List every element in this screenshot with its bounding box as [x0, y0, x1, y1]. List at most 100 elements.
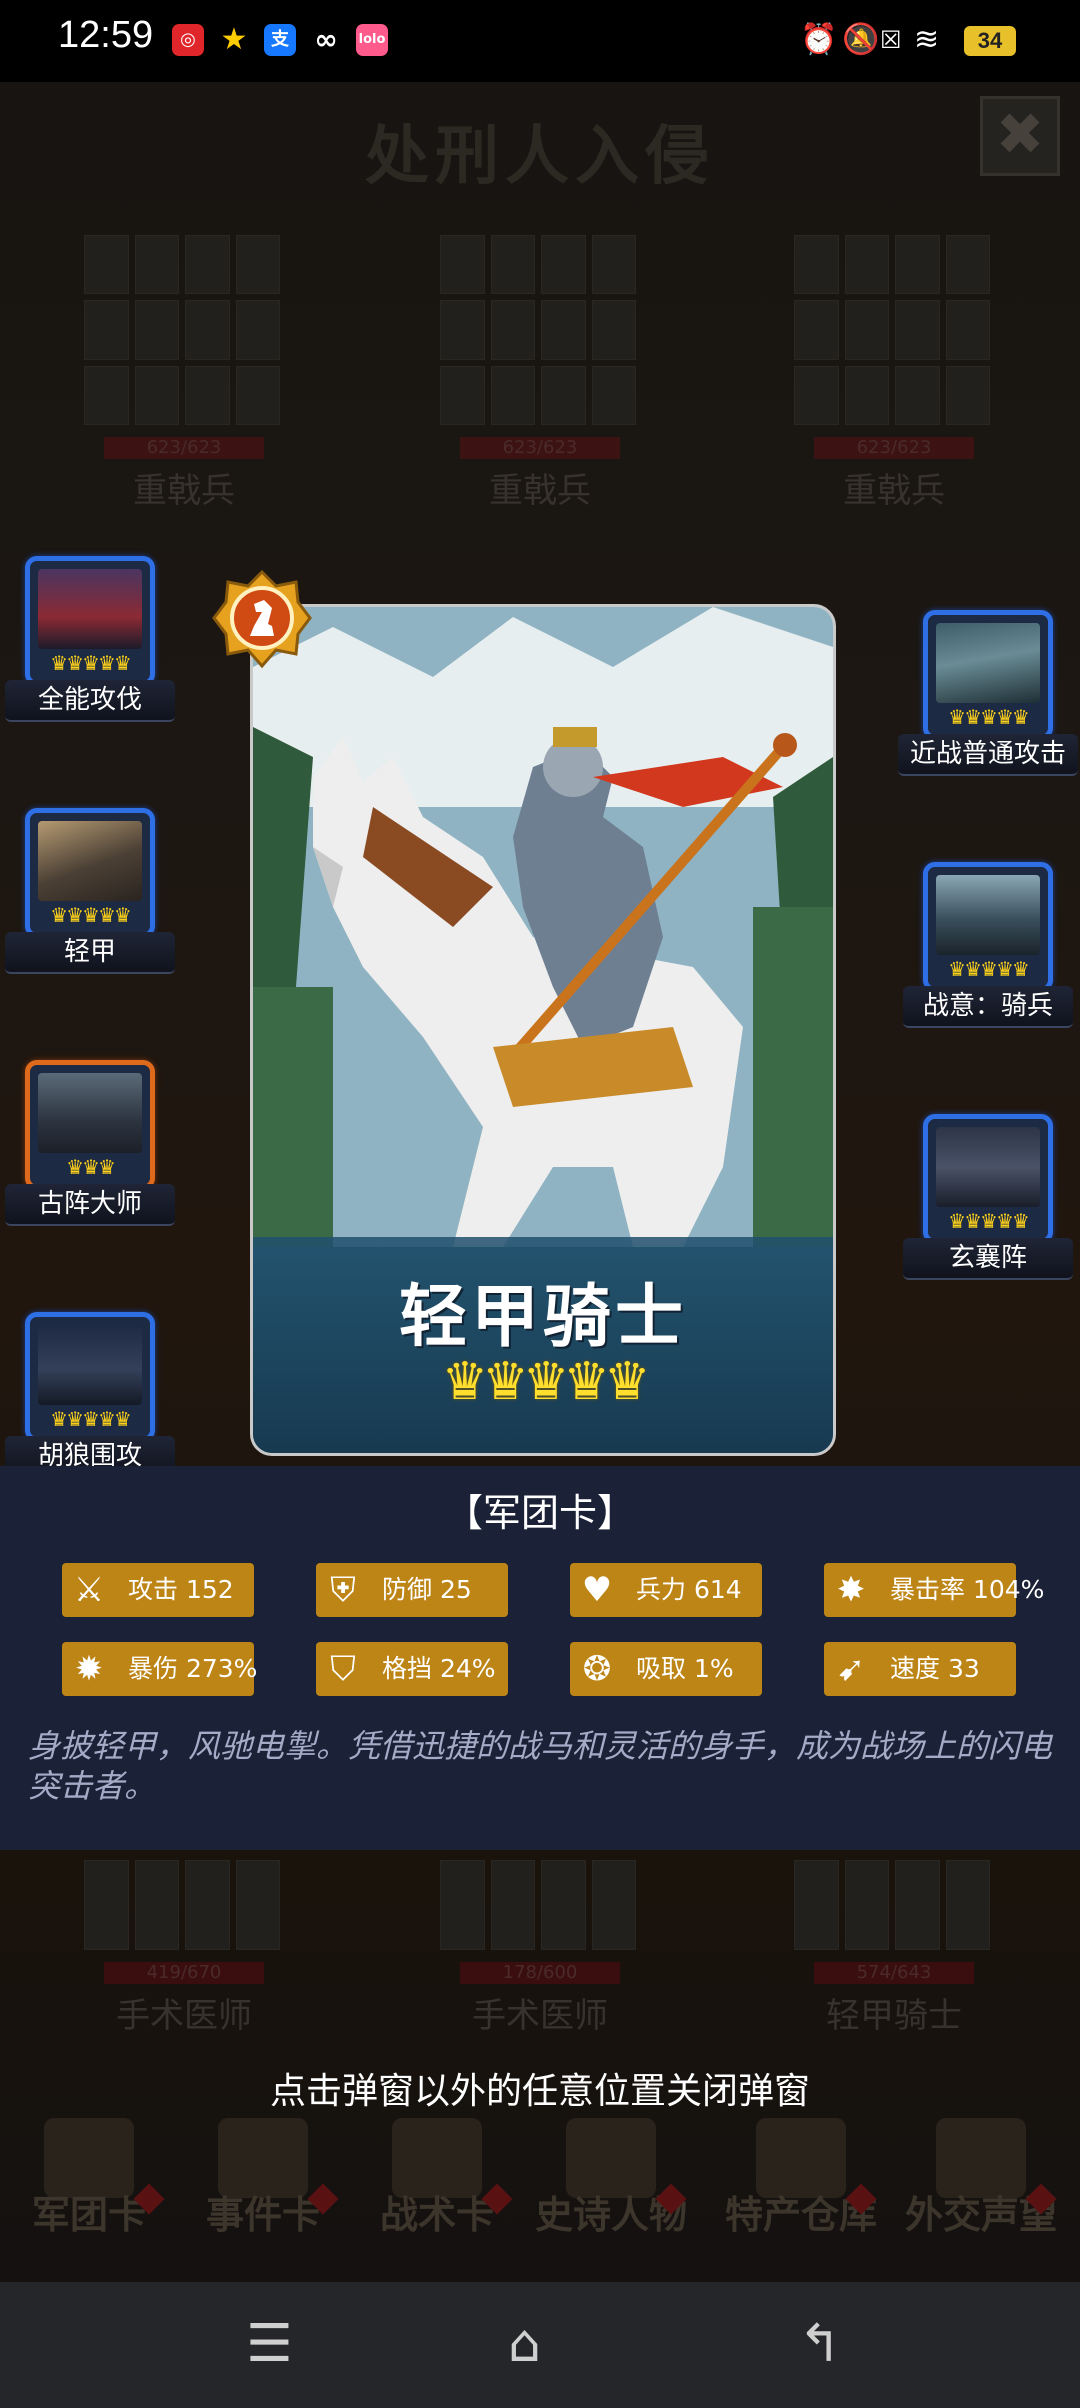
crown-icon: ♛♛♛♛♛	[948, 957, 1030, 981]
skill-label: 古阵大师	[5, 1184, 175, 1226]
alipay-app-icon: 支	[264, 24, 296, 56]
card-type-label: 【军团卡】	[444, 1491, 635, 1535]
ally-name: 手术医师	[116, 1996, 252, 2036]
skill-art	[38, 1325, 142, 1405]
crown-icon: ♛♛♛♛♛	[50, 1407, 132, 1431]
skill-label: 近战普通攻击	[898, 734, 1078, 776]
battery-icon: 34	[964, 26, 1016, 56]
knight-rank-badge-icon	[212, 569, 312, 669]
skill-art	[38, 569, 142, 649]
tab-event-card[interactable]: 事件卡	[178, 2118, 348, 2248]
crit-icon: ✸	[836, 1570, 866, 1610]
stat-attack: ⚔ 攻击 152	[62, 1563, 254, 1617]
skill-frame: ♛♛♛♛♛	[923, 862, 1053, 992]
close-hint: 点击弹窗以外的任意位置关闭弹窗	[269, 2071, 810, 2112]
stat-troops: ♥ 兵力 614	[570, 1563, 762, 1617]
stat-label: 吸取 1%	[636, 1654, 734, 1683]
skill-art	[38, 821, 142, 901]
skill-jackal-siege[interactable]: ♛♛♛♛♛ 胡狼围攻	[5, 1312, 175, 1478]
skill-battle-will-cavalry[interactable]: ♛♛♛♛♛ 战意：骑兵	[903, 862, 1073, 1028]
skill-ancient-formation-master[interactable]: ♛♛♛ 古阵大师	[5, 1060, 175, 1226]
stat-block: ⛉ 格挡 24%	[316, 1642, 508, 1696]
back-icon[interactable]: ↰	[798, 2316, 842, 2372]
crown-rating-icon: ♛♛♛♛♛	[441, 1352, 650, 1412]
alarm-icon: ⏰	[800, 22, 838, 57]
skill-frame: ♛♛♛♛♛	[25, 556, 155, 686]
stat-label: 格挡 24%	[382, 1654, 496, 1683]
skill-frame: ♛♛♛♛♛	[25, 1312, 155, 1442]
tab-specialty-warehouse[interactable]: 特产仓库	[716, 2118, 886, 2248]
tab-tactics-card[interactable]: 战术卡	[352, 2118, 522, 2248]
battle-title: 处刑人入侵	[365, 120, 715, 194]
skill-art	[936, 1127, 1040, 1207]
skill-label: 轻甲	[5, 932, 175, 974]
ally-hp: 178/600	[460, 1962, 620, 1984]
enemy-unit: 623/623 重戟兵	[84, 235, 284, 511]
crit-damage-icon: ✹	[74, 1649, 104, 1689]
stat-label: 速度 33	[890, 1654, 980, 1683]
enemy-hp: 623/623	[814, 437, 974, 459]
enemy-unit: 623/623 重戟兵	[440, 235, 640, 511]
stat-label: 防御 25	[382, 1575, 472, 1604]
card-title: 轻甲骑士	[398, 1278, 687, 1357]
skill-frame: ♛♛♛♛♛	[25, 808, 155, 938]
enemy-hp: 623/623	[104, 437, 264, 459]
crown-icon: ♛♛♛♛♛	[948, 705, 1030, 729]
menu-icon[interactable]: ☰	[246, 2316, 293, 2372]
crown-icon: ♛♛♛♛♛	[948, 1209, 1030, 1233]
skill-xuanxiang-formation[interactable]: ♛♛♛♛♛ 玄襄阵	[903, 1114, 1073, 1280]
skill-frame: ♛♛♛	[25, 1060, 155, 1190]
skill-label: 全能攻伐	[5, 680, 175, 722]
block-icon: ⛉	[330, 1649, 356, 1689]
tab-epic-figures[interactable]: 史诗人物	[526, 2118, 696, 2248]
skill-all-round-attack[interactable]: ♛♛♛♛♛ 全能攻伐	[5, 556, 175, 722]
sword-icon: ⚔	[73, 1570, 105, 1610]
skill-frame: ♛♛♛♛♛	[923, 610, 1053, 740]
skill-label: 战意：骑兵	[903, 986, 1073, 1028]
stat-defense: ⛨ 防御 25	[316, 1563, 508, 1617]
skill-label: 玄襄阵	[903, 1238, 1073, 1280]
stat-crit-rate: ✸ 暴击率 104%	[824, 1563, 1044, 1617]
crown-icon: ♛♛♛♛♛	[50, 651, 132, 675]
status-bar: 12:59 ◎ ★ 支 ∞ lolo ⏰ 🔕 ☒ ≋ 34	[0, 0, 1080, 82]
tab-legion-card[interactable]: 军团卡	[4, 2118, 174, 2248]
netease-app-icon: ◎	[172, 24, 204, 56]
stat-label: 攻击 152	[128, 1575, 234, 1604]
ally-unit: 178/600 手术医师	[440, 1860, 640, 2036]
status-time: 12:59	[58, 14, 154, 56]
stat-speed: ➹ 速度 33	[824, 1642, 1016, 1696]
skill-light-armor[interactable]: ♛♛♛♛♛ 轻甲	[5, 808, 175, 974]
crown-icon: ♛♛♛	[66, 1155, 116, 1179]
enemy-unit: 623/623 重戟兵	[794, 235, 994, 511]
enemy-name: 重戟兵	[489, 471, 591, 511]
ally-hp: 419/670	[104, 1962, 264, 1984]
skill-frame: ♛♛♛♛♛	[923, 1114, 1053, 1244]
unit-card: 轻甲骑士 ♛♛♛♛♛	[250, 604, 836, 1456]
ally-name: 手术医师	[472, 1996, 608, 2036]
stat-lifesteal: ❂ 吸取 1%	[570, 1642, 762, 1696]
ally-unit: 419/670 手术医师	[84, 1860, 284, 2036]
skill-art	[936, 875, 1040, 955]
shield-icon: ⛨	[330, 1570, 356, 1610]
stat-label: 兵力 614	[636, 1575, 742, 1604]
skill-art	[38, 1073, 142, 1153]
enemy-name: 重戟兵	[133, 471, 235, 511]
tab-diplomatic-reputation[interactable]: 外交声望	[896, 2118, 1066, 2248]
ally-hp: 574/643	[814, 1962, 974, 1984]
close-icon[interactable]: ✖	[980, 96, 1060, 176]
stat-label: 暴伤 273%	[128, 1654, 258, 1683]
wifi-icon: ≋	[914, 22, 940, 57]
no-sim-icon: ☒	[880, 26, 902, 54]
skill-melee-normal-attack[interactable]: ♛♛♛♛♛ 近战普通攻击	[898, 610, 1078, 776]
ally-unit: 574/643 轻甲骑士	[794, 1860, 994, 2036]
stat-crit-damage: ✹ 暴伤 273%	[62, 1642, 258, 1696]
star-app-icon: ★	[220, 22, 248, 57]
speed-icon: ➹	[836, 1649, 866, 1689]
crown-icon: ♛♛♛♛♛	[50, 903, 132, 927]
home-icon[interactable]: ⌂	[508, 2316, 541, 2372]
stat-label: 暴击率 104%	[890, 1575, 1045, 1604]
ally-name: 轻甲骑士	[826, 1996, 962, 2036]
enemy-hp: 623/623	[460, 437, 620, 459]
card-description: 身披轻甲，风驰电掣。凭借迅捷的战马和灵活的身手，成为战场上的闪电突击者。	[28, 1727, 1053, 1805]
bilibili-app-icon: lolo	[356, 24, 388, 56]
